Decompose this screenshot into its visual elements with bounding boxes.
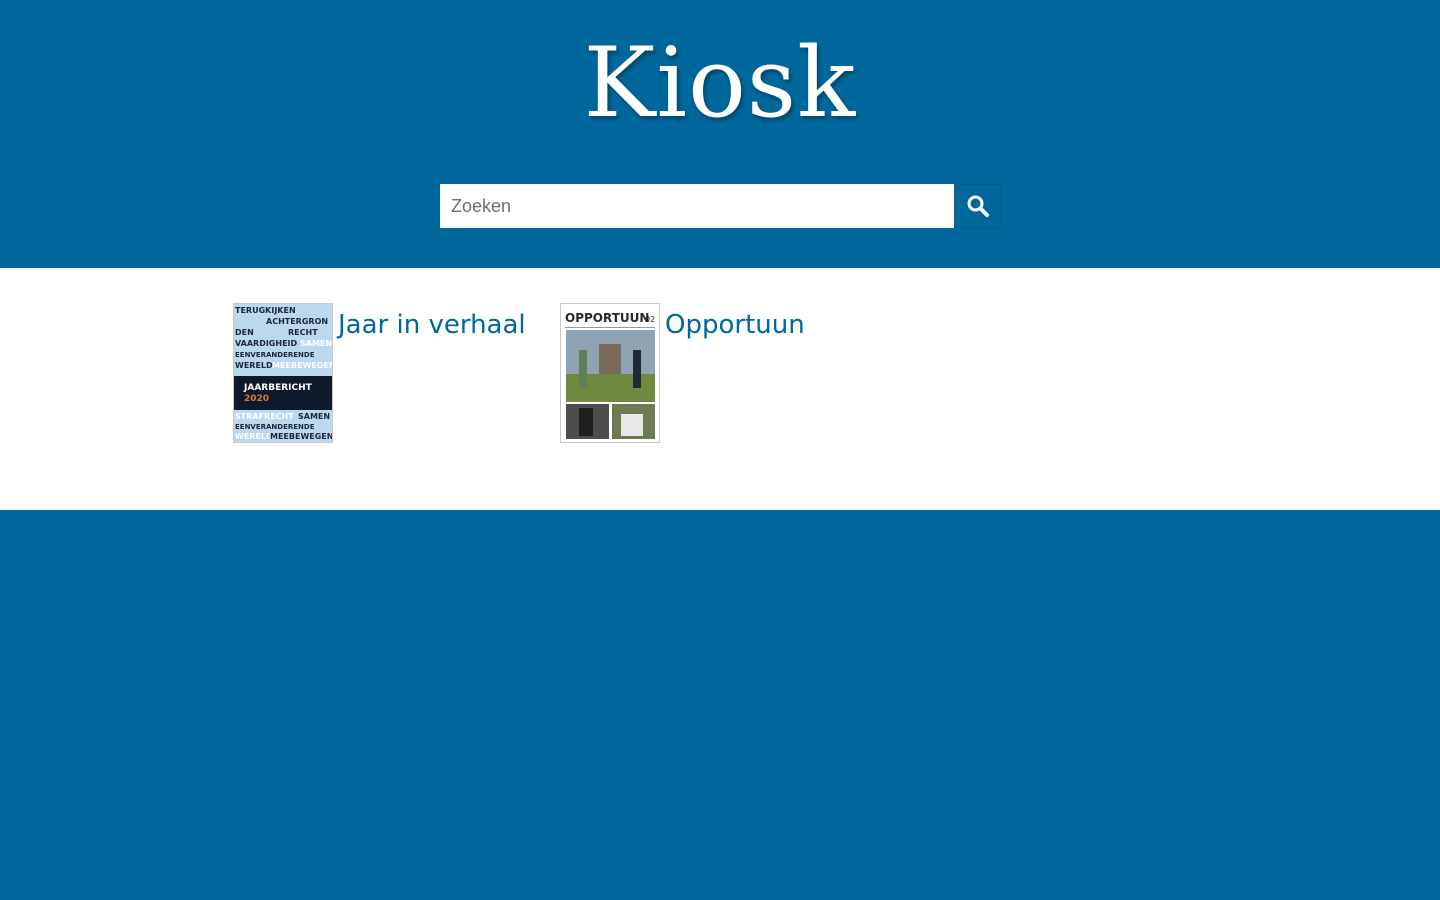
cover-thumbnail-opportuun[interactable]: OPPORTUUN 02 <box>560 303 660 443</box>
cover-text: WERELD <box>235 432 273 441</box>
cover-thumbnail-jaarbericht[interactable]: TERUGKIJKEN ACHTERGRON DEN RECHT VAARDIG… <box>233 303 333 443</box>
search-icon <box>967 195 989 217</box>
cover-text: VAARDIGHEID <box>235 339 298 348</box>
cover-text: DEN <box>235 328 254 337</box>
site-footer <box>0 510 1440 900</box>
cover-text: RECHT <box>288 328 318 337</box>
cover-issue-text: 02 <box>645 315 655 324</box>
publication-title[interactable]: Jaar in verhaal <box>338 308 526 342</box>
publication-item-opportuun[interactable]: OPPORTUUN 02 Opportuun <box>560 303 805 443</box>
cover-text: SAMEN <box>300 339 332 348</box>
cover-text: SAMEN <box>298 412 330 421</box>
cover-text: MEEBEWEGEN <box>270 432 332 441</box>
cover-text: WERELD <box>235 361 273 370</box>
search-input[interactable] <box>440 184 954 228</box>
publication-title[interactable]: Opportuun <box>665 308 805 342</box>
cover-text: ACHTERGRON <box>266 317 328 326</box>
publication-list: TERUGKIJKEN ACHTERGRON DEN RECHT VAARDIG… <box>0 268 1440 510</box>
site-header: Kiosk <box>0 0 1440 268</box>
cover-text: STRAFRECHT <box>235 412 294 421</box>
cover-text: MEEBEWEGEN <box>272 361 332 370</box>
publication-item-jaar-in-verhaal[interactable]: TERUGKIJKEN ACHTERGRON DEN RECHT VAARDIG… <box>233 303 526 443</box>
search-form <box>440 184 1001 228</box>
opportuun-cover-image: OPPORTUUN 02 <box>561 304 659 442</box>
cover-text: EENVERANDERENDE <box>235 351 315 359</box>
jaarbericht-cover-image: TERUGKIJKEN ACHTERGRON DEN RECHT VAARDIG… <box>234 304 332 442</box>
cover-text: EENVERANDERENDE <box>235 423 315 431</box>
site-logo[interactable]: Kiosk <box>0 28 1440 138</box>
cover-banner-text: JAARBERICHT <box>243 383 313 393</box>
cover-text: TERUGKIJKEN <box>235 306 296 315</box>
cover-masthead-text: OPPORTUUN <box>565 311 649 325</box>
search-button[interactable] <box>954 184 1001 228</box>
cover-year-text: 2020 <box>244 394 269 404</box>
